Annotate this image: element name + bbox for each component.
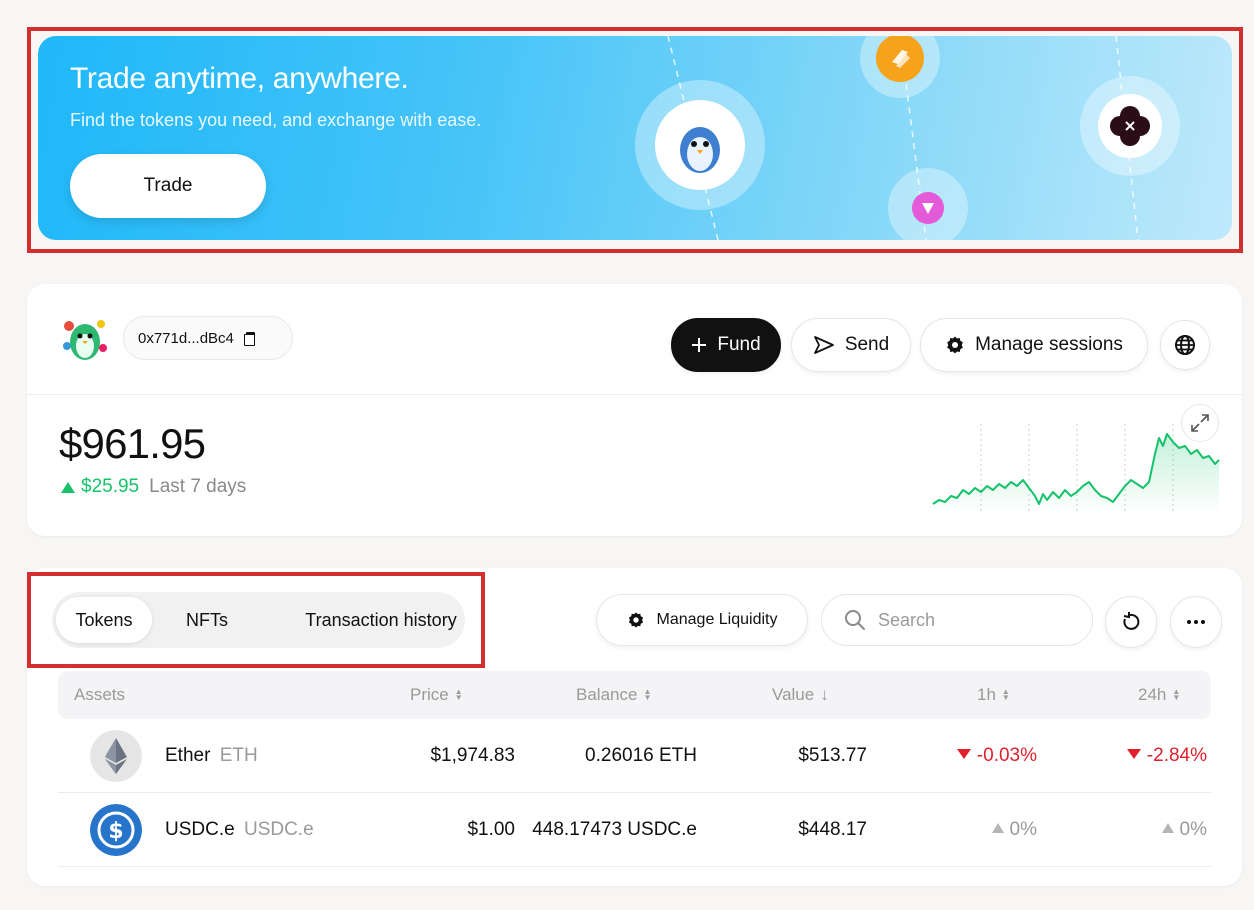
send-button[interactable]: Send xyxy=(791,318,911,372)
column-price[interactable]: Price ▲ ▼ xyxy=(410,685,463,705)
token-value: $448.17 xyxy=(798,819,867,840)
search-icon xyxy=(845,610,865,630)
down-arrow-icon xyxy=(956,749,971,759)
manage-liquidity-button[interactable]: Manage Liquidity xyxy=(596,594,808,646)
token-value: $513.77 xyxy=(798,745,867,766)
manage-liquidity-label: Manage Liquidity xyxy=(656,611,778,628)
sort-descending-icon: ↓ xyxy=(820,685,829,704)
sort-icon: ▲ ▼ xyxy=(1172,687,1181,702)
token-change-24h: -2.84% xyxy=(1126,745,1207,767)
sort-icon: ▲ ▼ xyxy=(643,687,652,702)
assets-table-header: Assets Price ▲ ▼ Balance ▲ ▼ Value ↓ 1h ▲ ▼… xyxy=(58,671,1211,719)
column-24h-label: 24h xyxy=(1138,685,1167,704)
avatar[interactable] xyxy=(59,312,111,364)
refresh-icon xyxy=(1123,612,1140,630)
token-change-24h-value: -2.84% xyxy=(1146,745,1207,766)
token-name-label: USDC.e xyxy=(165,819,235,840)
token-name: USDC.e USDC.e xyxy=(165,819,314,841)
down-arrow-icon xyxy=(1126,749,1141,759)
token-name: Ether ETH xyxy=(165,745,258,767)
ether-icon xyxy=(90,730,142,782)
card-divider xyxy=(27,394,1242,395)
svg-text:$: $ xyxy=(108,819,123,844)
up-arrow-icon xyxy=(1161,823,1174,833)
wallet-address-pill[interactable]: 0x771d...dBc4 xyxy=(123,316,293,360)
plus-icon xyxy=(692,338,707,352)
account-card: 0x771d...dBc4 Fund Send Manage sessions … xyxy=(27,284,1242,536)
column-balance-label: Balance xyxy=(576,685,638,704)
column-balance[interactable]: Balance ▲ ▼ xyxy=(576,685,651,705)
up-arrow-icon xyxy=(61,481,75,493)
column-assets-label: Assets xyxy=(74,685,126,704)
total-balance: $961.95 xyxy=(59,420,206,467)
table-row[interactable]: Ether ETH $1,974.83 0.26016 ETH $513.77 … xyxy=(58,719,1211,793)
wallet-address: 0x771d...dBc4 xyxy=(138,329,234,347)
gear-icon xyxy=(947,336,963,354)
search-box[interactable] xyxy=(821,594,1093,646)
column-price-label: Price xyxy=(410,685,449,704)
token-symbol: USDC.e xyxy=(243,819,314,840)
balance-change-period: Last 7 days xyxy=(149,476,247,497)
manage-sessions-button[interactable]: Manage sessions xyxy=(920,318,1148,372)
refresh-button[interactable] xyxy=(1105,596,1157,648)
sort-icon: ▲ ▼ xyxy=(454,687,463,702)
token-change-1h: -0.03% xyxy=(956,745,1037,767)
search-input[interactable] xyxy=(878,609,1068,631)
token-change-1h-value: 0% xyxy=(1009,819,1037,840)
globe-button[interactable] xyxy=(1160,320,1210,370)
balance-change: $25.95 Last 7 days xyxy=(61,476,246,498)
token-balance: 0.26016 ETH xyxy=(585,745,697,766)
column-1h-label: 1h xyxy=(977,685,996,704)
token-price: $1,974.83 xyxy=(430,745,515,766)
token-symbol: ETH xyxy=(219,745,258,766)
copy-icon[interactable] xyxy=(243,331,256,346)
more-options-button[interactable] xyxy=(1170,596,1222,648)
token-price: $1.00 xyxy=(467,819,515,840)
balance-change-value: $25.95 xyxy=(81,476,140,497)
banner-highlight-outline xyxy=(27,27,1243,253)
token-change-24h-value: 0% xyxy=(1179,819,1207,840)
usdc-icon: $ xyxy=(90,804,142,856)
column-24h[interactable]: 24h ▲ ▼ xyxy=(1138,685,1180,705)
fund-button[interactable]: Fund xyxy=(671,318,781,372)
send-icon xyxy=(813,336,834,354)
globe-icon xyxy=(1175,335,1195,355)
column-assets: Assets xyxy=(74,685,125,705)
send-label: Send xyxy=(844,334,890,355)
token-balance: 448.17473 USDC.e xyxy=(532,819,697,840)
token-change-1h: 0% xyxy=(991,819,1037,841)
balance-sparkline xyxy=(932,424,1220,514)
column-value[interactable]: Value ↓ xyxy=(772,685,829,705)
column-value-label: Value xyxy=(772,685,815,704)
column-1h[interactable]: 1h ▲ ▼ xyxy=(977,685,1010,705)
up-arrow-icon xyxy=(991,823,1004,833)
fund-label: Fund xyxy=(717,334,761,355)
gear-icon xyxy=(628,612,643,628)
tabs-highlight-outline xyxy=(27,572,485,668)
token-change-1h-value: -0.03% xyxy=(976,745,1037,766)
table-row[interactable]: $ USDC.e USDC.e $1.00 448.17473 USDC.e $… xyxy=(58,793,1211,867)
sort-icon: ▲ ▼ xyxy=(1001,687,1010,702)
token-change-24h: 0% xyxy=(1161,819,1207,841)
more-icon xyxy=(1187,620,1205,624)
token-name-label: Ether xyxy=(165,745,211,766)
manage-sessions-label: Manage sessions xyxy=(975,334,1123,355)
